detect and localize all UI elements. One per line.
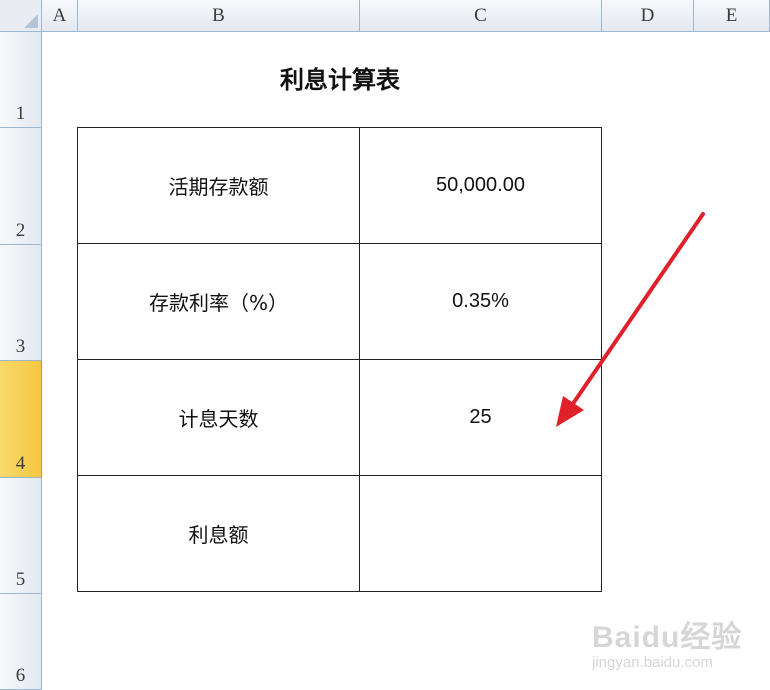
watermark-logo: Baidu经验 [592, 621, 743, 654]
watermark-url: jingyan.baidu.com [592, 654, 713, 671]
baidu-jingyan-watermark: Baidu经验 jingyan.baidu.com [592, 612, 770, 682]
red-arrow-annotation-icon [556, 212, 705, 427]
